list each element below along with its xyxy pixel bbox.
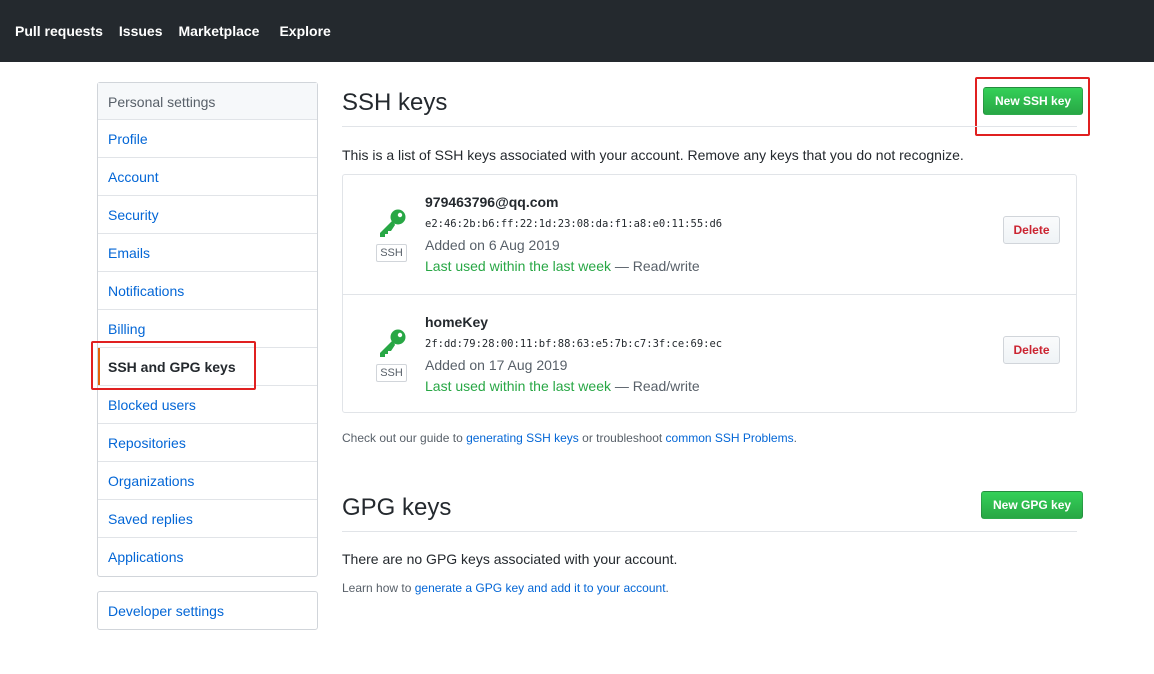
ssh-key-usage: Last used within the last week — Read/wr… [425,378,700,394]
sidebar-header: Personal settings [98,83,317,120]
learn-prefix: Learn how to [342,581,415,595]
sidebar-item-account[interactable]: Account [98,158,317,196]
ssh-keys-heading: SSH keys [342,89,448,116]
ssh-key-list: SSH 979463796@qq.com e2:46:2b:b6:ff:22:1… [342,174,1077,413]
sidebar-item-billing[interactable]: Billing [98,310,317,348]
ssh-key-usage: Last used within the last week — Read/wr… [425,258,700,274]
sidebar-item-organizations[interactable]: Organizations [98,462,317,500]
new-gpg-key-button[interactable]: New GPG key [981,491,1084,519]
delete-ssh-key-button[interactable]: Delete [1003,216,1060,244]
sidebar-item-notifications[interactable]: Notifications [98,272,317,310]
common-ssh-problems-link[interactable]: common SSH Problems [666,431,794,445]
gpg-heading-divider [342,531,1077,532]
top-navbar: Pull requests Issues Marketplace Explore [0,0,1154,62]
new-ssh-key-button[interactable]: New SSH key [983,87,1084,115]
sidebar-item-blocked-users[interactable]: Blocked users [98,386,317,424]
top-nav: Pull requests Issues Marketplace Explore [15,22,347,40]
generating-ssh-keys-link[interactable]: generating SSH keys [466,431,579,445]
delete-ssh-key-button[interactable]: Delete [1003,336,1060,364]
ssh-key-added-date: Added on 17 Aug 2019 [425,357,568,373]
gpg-keys-heading: GPG keys [342,494,452,521]
sidebar-item-ssh-gpg-keys[interactable]: SSH and GPG keys [98,348,317,386]
ssh-key-last-used: Last used within the last week [425,378,611,394]
ssh-key-title: 979463796@qq.com [425,194,559,210]
ssh-description: This is a list of SSH keys associated wi… [342,147,964,163]
ssh-type-label: SSH [376,244,407,262]
guide-suffix: . [793,431,797,445]
gpg-learn-note: Learn how to generate a GPG key and add … [342,581,669,595]
sidebar-item-security[interactable]: Security [98,196,317,234]
gpg-empty-message: There are no GPG keys associated with yo… [342,551,678,567]
ssh-key-title: homeKey [425,314,489,330]
ssh-key-row: SSH 979463796@qq.com e2:46:2b:b6:ff:22:1… [343,175,1076,293]
ssh-key-fingerprint: e2:46:2b:b6:ff:22:1d:23:08:da:f1:a8:e0:1… [425,218,723,230]
generate-gpg-key-link[interactable]: generate a GPG key and add it to your ac… [415,581,666,595]
sidebar-item-profile[interactable]: Profile [98,120,317,158]
ssh-key-access: — Read/write [611,378,700,394]
ssh-heading-divider [342,126,1077,127]
sidebar-item-developer-settings[interactable]: Developer settings [98,592,317,629]
settings-sidebar: Personal settings Profile Account Securi… [97,82,318,577]
ssh-key-row: SSH homeKey 2f:dd:79:28:00:11:bf:88:63:e… [343,294,1076,412]
ssh-key-last-used: Last used within the last week [425,258,611,274]
ssh-guide-note: Check out our guide to generating SSH ke… [342,431,797,445]
guide-prefix: Check out our guide to [342,431,467,445]
sidebar-item-applications[interactable]: Applications [98,538,317,576]
ssh-key-access: — Read/write [611,258,700,274]
ssh-type-label: SSH [376,364,407,382]
guide-middle: or troubleshoot [578,431,666,445]
nav-marketplace[interactable]: Marketplace [179,22,260,40]
ssh-key-fingerprint: 2f:dd:79:28:00:11:bf:88:63:e5:7b:c7:3f:c… [425,338,723,350]
nav-issues[interactable]: Issues [119,22,163,40]
sidebar-item-saved-replies[interactable]: Saved replies [98,500,317,538]
sidebar-item-emails[interactable]: Emails [98,234,317,272]
learn-suffix: . [665,581,669,595]
nav-explore[interactable]: Explore [279,22,330,40]
sidebar-item-repositories[interactable]: Repositories [98,424,317,462]
nav-pull-requests[interactable]: Pull requests [15,22,103,40]
ssh-key-added-date: Added on 6 Aug 2019 [425,237,560,253]
developer-settings-box: Developer settings [97,591,318,630]
key-icon [380,329,406,357]
key-icon [380,209,406,237]
